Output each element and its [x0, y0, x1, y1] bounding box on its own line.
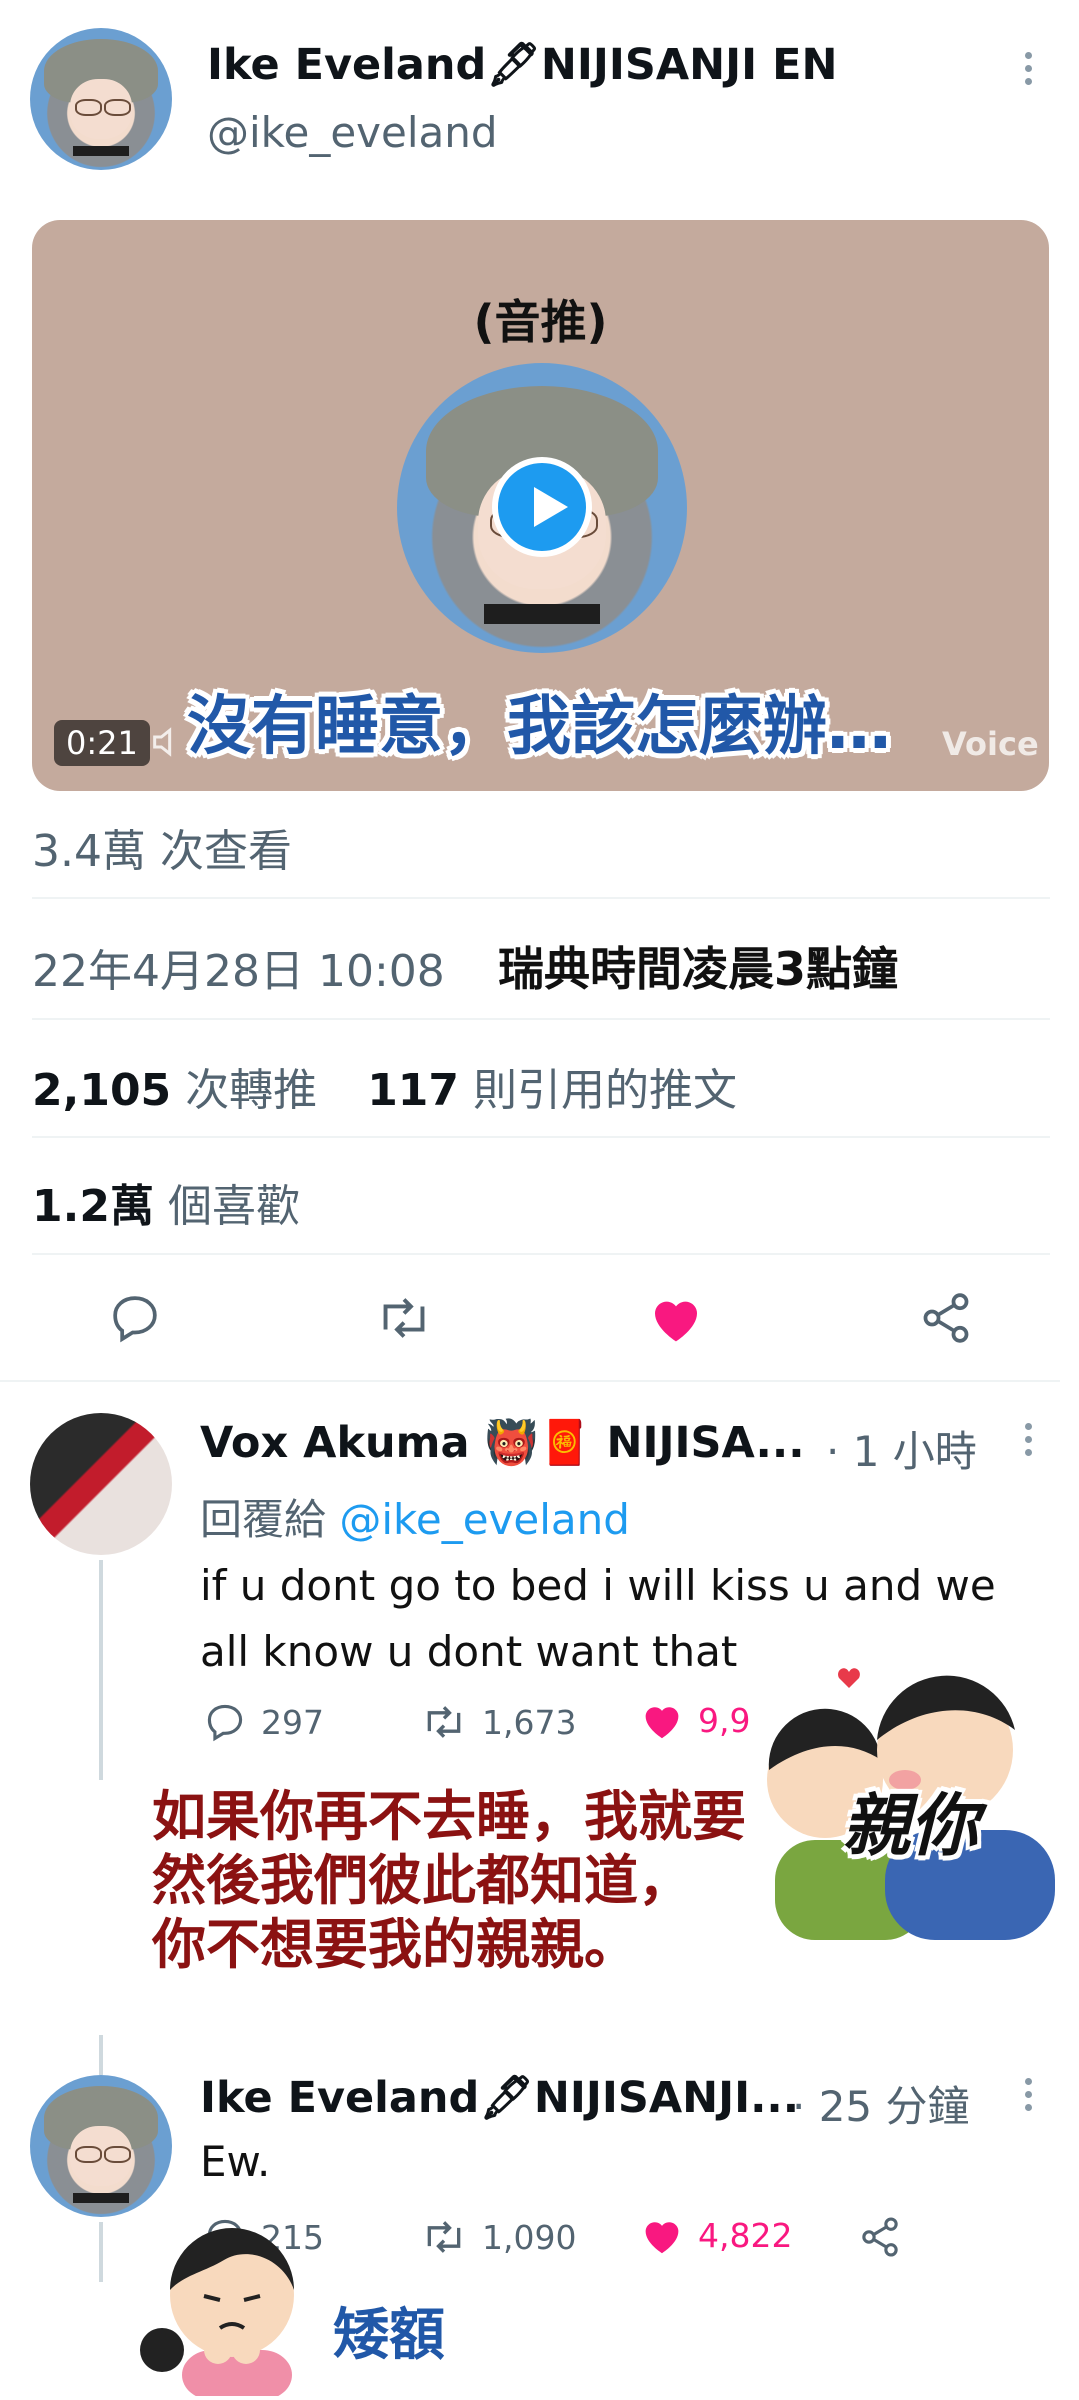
reply-author-name[interactable]: Vox Akuma 👹🧧 NIJISA...	[200, 1418, 805, 1468]
ew-translation: 矮額	[333, 2303, 445, 2368]
translation-line: 如果你再不去睡，我就要	[152, 1785, 746, 1848]
reply-action[interactable]: 297	[203, 1700, 324, 1744]
retweet-action[interactable]: 1,090	[420, 2215, 576, 2259]
disgusted-girl-illustration	[132, 2200, 322, 2400]
quotes-count: 117	[367, 1065, 460, 1116]
retweet-action[interactable]: 1,673	[420, 1700, 576, 1744]
reply-avatar[interactable]	[30, 2075, 172, 2217]
divider	[32, 1253, 1050, 1255]
retweets-count: 2,105	[32, 1065, 172, 1116]
share-icon[interactable]	[858, 2215, 902, 2259]
like-icon-filled[interactable]	[648, 1292, 704, 1344]
voice-watermark: Voice	[942, 725, 1039, 763]
tweet-date[interactable]: 22年4月28日 10:08	[32, 935, 445, 999]
share-icon[interactable]	[918, 1290, 974, 1346]
quotes-label: 則引用的推文	[473, 1065, 738, 1116]
thread-line	[99, 2222, 103, 2282]
translation-line: 你不想要我的親親。	[152, 1913, 638, 1976]
retweet-icon[interactable]	[374, 1290, 434, 1346]
like-action[interactable]: 4,822	[640, 2215, 792, 2255]
divider	[32, 897, 1050, 899]
translation-kiss: 親你	[842, 1787, 979, 1866]
retweet-count: 1,673	[482, 1702, 577, 1742]
like-stats[interactable]: 1.2萬 個喜歡	[32, 1170, 300, 1234]
likes-label: 個喜歡	[167, 1181, 300, 1232]
volume-icon[interactable]	[148, 722, 188, 762]
retweet-stats[interactable]: 2,105 次轉推 117 則引用的推文	[32, 1054, 737, 1118]
video-duration: 0:21	[54, 720, 150, 766]
replying-to: 回覆給 @ike_eveland	[200, 1486, 630, 1547]
video-player[interactable]: (音推) 沒有睡意，我該怎麼辦… 0:21 Voice	[32, 220, 1049, 791]
more-options-icon[interactable]	[1025, 2078, 1033, 2117]
more-options-icon[interactable]	[1025, 1423, 1033, 1462]
translation-caption: 如果你再不去睡，我就要 然後我們彼此都知道， 你不想要我的親親。	[152, 1785, 746, 1977]
retweet-count: 1,090	[482, 2217, 577, 2257]
reply-time: · 25 分鐘	[792, 2082, 970, 2131]
translation-line: 然後我們彼此都知道，	[152, 1849, 692, 1912]
divider	[0, 1380, 1060, 1382]
author-name[interactable]: Ike Eveland🖋NIJISANJI EN	[207, 40, 837, 90]
reply-author-name[interactable]: Ike Eveland🖋NIJISANJI...	[200, 2073, 799, 2123]
like-action[interactable]: 9,9	[640, 1700, 750, 1740]
reply-text-line: if u dont go to bed i will kiss u and we	[200, 1561, 996, 1610]
divider	[32, 1136, 1050, 1138]
more-options-icon[interactable]	[1025, 52, 1033, 91]
replying-to-label: 回覆給	[200, 1495, 327, 1544]
reply-text: Ew.	[200, 2137, 271, 2186]
reply-count: 297	[261, 1702, 324, 1742]
divider	[32, 1018, 1050, 1020]
replying-to-handle[interactable]: @ike_eveland	[339, 1495, 630, 1544]
likes-count: 1.2萬	[32, 1181, 154, 1232]
thread-line	[99, 2035, 103, 2075]
author-avatar[interactable]	[30, 28, 172, 170]
play-icon[interactable]	[492, 457, 592, 557]
like-count: 4,822	[698, 2215, 793, 2255]
retweets-label: 次轉推	[185, 1065, 318, 1116]
author-handle[interactable]: @ike_eveland	[207, 108, 498, 157]
date-note: 瑞典時間凌晨3點鐘	[498, 942, 899, 996]
thread-line	[99, 1560, 103, 1780]
reply-icon[interactable]	[107, 1290, 163, 1346]
media-caption: 沒有睡意，我該怎麼辦…	[187, 690, 891, 764]
media-top-label: (音推)	[473, 295, 608, 349]
reply-time: · 1 小時	[826, 1427, 977, 1476]
view-count: 3.4萬 次查看	[32, 826, 292, 877]
reply-avatar[interactable]	[30, 1413, 172, 1555]
like-count: 9,9	[698, 1700, 751, 1740]
